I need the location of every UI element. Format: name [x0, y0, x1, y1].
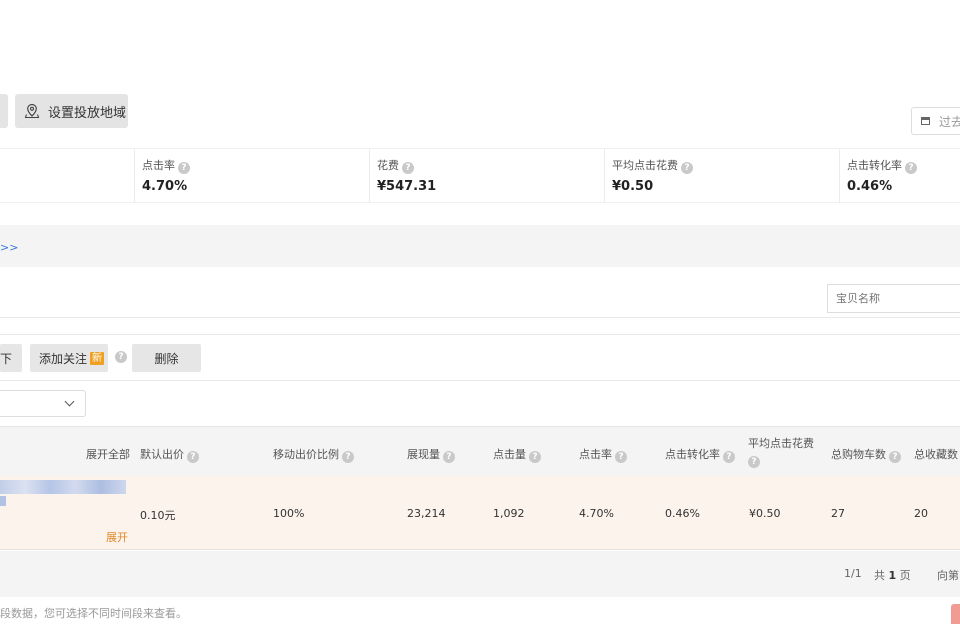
- add-follow-button[interactable]: 添加关注 新: [30, 344, 108, 372]
- col-cvr: 点击转化率?: [665, 446, 735, 463]
- help-icon[interactable]: ?: [905, 162, 917, 174]
- metric-label: 点击转化率: [847, 159, 902, 172]
- divider: [0, 317, 960, 318]
- metric-label: 点击率: [142, 159, 175, 172]
- cell-cvr: 0.46%: [665, 507, 700, 520]
- pagination: 1/1 共 1 页 向第: [0, 551, 960, 597]
- map-pin-icon: [24, 103, 40, 119]
- col-ctr: 点击率?: [579, 446, 627, 463]
- col-favorites: 总收藏数: [914, 446, 958, 462]
- feedback-tab[interactable]: [951, 604, 960, 624]
- col-label: 平均点击花费: [748, 437, 814, 450]
- page-total-num: 1: [888, 569, 897, 582]
- delete-button[interactable]: 删除: [132, 344, 201, 372]
- footnote-text: 段数据，您可选择不同时间段来查看。: [0, 607, 187, 620]
- col-label: 点击转化率: [665, 448, 720, 461]
- new-badge: 新: [90, 351, 105, 365]
- metric-cvr: 点击转化率? 0.46%: [839, 149, 960, 203]
- chevron-down-icon: [64, 396, 75, 407]
- help-icon[interactable]: ?: [889, 451, 901, 463]
- blurred-item-title: [0, 480, 126, 494]
- divider: [0, 380, 960, 381]
- metric-avg-cpc: 平均点击花费? ¥0.50: [604, 149, 839, 203]
- table-row[interactable]: 0.10元 100% 23,214 1,092 4.70% 0.46% ¥0.5…: [0, 476, 960, 550]
- cell-clicks: 1,092: [493, 507, 525, 520]
- help-icon[interactable]: ?: [115, 351, 127, 363]
- col-label: 总收藏数: [914, 448, 958, 461]
- col-impressions: 展现量?: [407, 446, 455, 463]
- col-label: 点击量: [493, 448, 526, 461]
- col-label: 移动出价比例: [273, 448, 339, 461]
- metric-value: 4.70%: [142, 179, 188, 194]
- help-icon[interactable]: ?: [342, 451, 354, 463]
- metric-value: 0.46%: [847, 179, 893, 194]
- cell-avg-cpc: ¥0.50: [749, 507, 781, 520]
- metric-label: 平均点击花费: [612, 159, 678, 172]
- set-region-button[interactable]: 设置投放地域: [15, 94, 128, 128]
- goto-page-label: 向第: [937, 569, 959, 582]
- set-region-label: 设置投放地域: [48, 105, 127, 121]
- page-total-prefix: 共: [874, 569, 885, 582]
- help-icon[interactable]: ?: [748, 456, 760, 468]
- col-default-bid: 默认出价?: [140, 446, 199, 463]
- help-icon[interactable]: ?: [723, 451, 735, 463]
- cell-default-bid[interactable]: 0.10元: [140, 507, 176, 523]
- col-clicks: 点击量?: [493, 446, 541, 463]
- row-expand-link[interactable]: 展开: [106, 529, 128, 545]
- col-label: 展现量: [407, 448, 440, 461]
- calendar-icon: [921, 117, 930, 125]
- metric-cost: 花费? ¥547.31: [369, 149, 604, 203]
- help-icon[interactable]: ?: [443, 451, 455, 463]
- collapsed-panel-band: [0, 225, 960, 267]
- filter-select[interactable]: [0, 390, 86, 417]
- metric-label: 花费: [377, 159, 399, 172]
- cell-mobile-ratio: 100%: [273, 507, 305, 520]
- add-follow-label: 添加关注: [39, 351, 88, 366]
- help-icon[interactable]: ?: [187, 451, 199, 463]
- col-label: 总购物车数: [831, 448, 886, 461]
- page-total: 共 1 页: [874, 567, 911, 583]
- table-header: 展开全部 默认出价? 移动出价比例? 展现量? 点击量? 点击率? 点击转化率?…: [0, 426, 960, 476]
- metric-ctr: 点击率? 4.70%: [134, 149, 369, 203]
- date-range-picker[interactable]: 过去: [911, 107, 960, 135]
- action-stub-label: 下: [0, 351, 13, 366]
- col-mobile-ratio: 移动出价比例?: [273, 446, 354, 463]
- metric-value: ¥547.31: [377, 179, 437, 194]
- page-indicator: 1/1: [844, 567, 862, 580]
- help-icon[interactable]: ?: [615, 451, 627, 463]
- item-name-search-input[interactable]: [827, 284, 960, 313]
- col-label: 默认出价: [140, 448, 184, 461]
- col-avg-cpc: 平均点击花费: [748, 435, 814, 451]
- col-label: 点击率: [579, 448, 612, 461]
- cell-ctr: 4.70%: [579, 507, 614, 520]
- expand-all-link[interactable]: 展开全部: [86, 446, 130, 462]
- toolbar-button-stub[interactable]: [0, 94, 8, 128]
- metrics-bar: 点击率? 4.70% 花费? ¥547.31 平均点击花费? ¥0.50 点击转…: [0, 148, 960, 203]
- action-button-stub[interactable]: 下: [0, 344, 22, 372]
- metric-value: ¥0.50: [612, 179, 654, 194]
- divider: [0, 334, 960, 335]
- cell-carts: 27: [831, 507, 845, 520]
- help-icon[interactable]: ?: [681, 162, 693, 174]
- help-icon[interactable]: ?: [402, 162, 414, 174]
- help-icon[interactable]: ?: [178, 162, 190, 174]
- delete-label: 删除: [154, 351, 179, 366]
- expand-panel-link[interactable]: >>: [0, 241, 18, 254]
- page-total-suffix: 页: [899, 569, 911, 582]
- col-carts: 总购物车数?: [831, 446, 901, 463]
- blurred-item-title: [0, 496, 6, 506]
- date-range-text: 过去: [939, 114, 960, 129]
- help-icon[interactable]: ?: [529, 451, 541, 463]
- cell-impressions: 23,214: [407, 507, 446, 520]
- cell-favorites: 20: [914, 507, 928, 520]
